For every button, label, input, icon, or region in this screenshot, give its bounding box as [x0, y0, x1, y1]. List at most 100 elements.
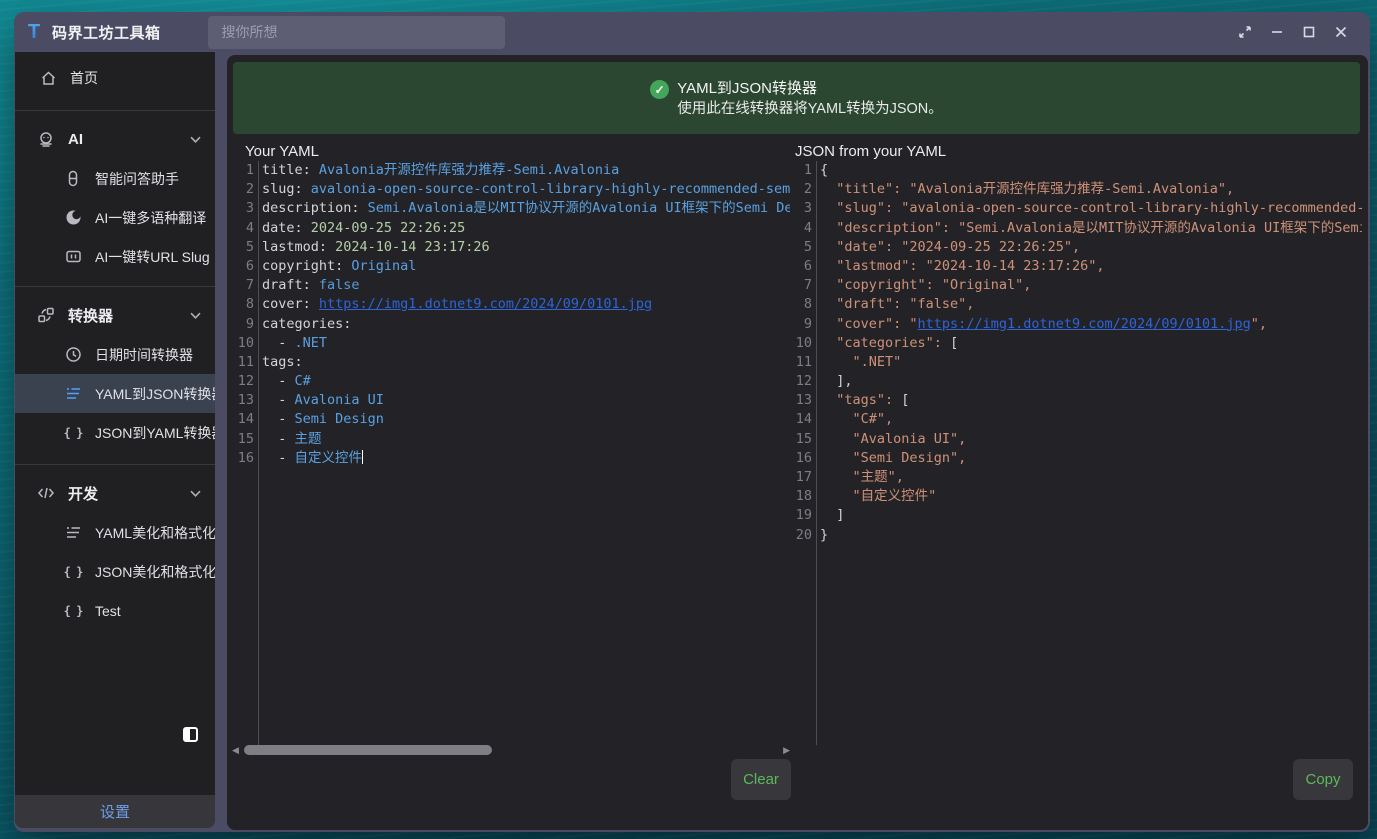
line-number: 15 — [232, 430, 254, 449]
code-line[interactable]: 7 "copyright": "Original", — [790, 276, 1362, 295]
sidebar-item-json-to-yaml[interactable]: { }JSON到YAML转换器 — [15, 413, 215, 452]
code-line[interactable]: 14 - Semi Design — [232, 410, 790, 429]
chevron-down-icon[interactable] — [190, 136, 201, 143]
section-label: 转换器 — [68, 305, 113, 326]
search-input[interactable] — [208, 16, 505, 49]
code-line[interactable]: 1{ — [790, 161, 1362, 180]
pill-icon — [64, 170, 82, 188]
line-number: 9 — [790, 315, 812, 334]
code-line[interactable]: 11 ".NET" — [790, 353, 1362, 372]
code-line[interactable]: 18 "自定义控件" — [790, 487, 1362, 506]
sidebar-item-label: 日期时间转换器 — [95, 345, 193, 365]
code-line[interactable]: 2slug: avalonia-open-source-control-libr… — [232, 180, 790, 199]
code-line[interactable]: 3 "slug": "avalonia-open-source-control-… — [790, 199, 1362, 218]
code-line[interactable]: 1title: Avalonia开源控件库强力推荐-Semi.Avalonia — [232, 161, 790, 180]
sidebar-section-dev[interactable]: 开发 — [15, 473, 215, 513]
sidebar-item-home[interactable]: 首页 — [15, 60, 215, 96]
line-number: 8 — [790, 295, 812, 314]
list-icon — [64, 524, 82, 542]
main-content: ✓ YAML到JSON转换器 使用此在线转换器将YAML转换为JSON。 You… — [227, 55, 1368, 830]
section-label: AI — [68, 131, 83, 148]
sidebar-item-label: YAML美化和格式化 — [95, 523, 215, 543]
code-line[interactable]: 15 "Avalonia UI", — [790, 430, 1362, 449]
code-line[interactable]: 5lastmod: 2024-10-14 23:17:26 — [232, 238, 790, 257]
json-output[interactable]: 1{2 "title": "Avalonia开源控件库强力推荐-Semi.Ava… — [790, 161, 1362, 745]
code-line[interactable]: 7draft: false — [232, 276, 790, 295]
line-number: 16 — [232, 449, 254, 468]
code-icon — [37, 484, 55, 502]
app-title: 码界工坊工具箱 — [52, 22, 161, 43]
chevron-down-icon[interactable] — [190, 490, 201, 497]
code-line[interactable]: 17 "主题", — [790, 468, 1362, 487]
settings-link[interactable]: 设置 — [100, 801, 130, 822]
copy-button[interactable]: Copy — [1293, 759, 1353, 800]
scroll-left-icon[interactable]: ◀ — [232, 745, 242, 756]
code-line[interactable]: 8 "draft": "false", — [790, 295, 1362, 314]
yaml-horizontal-scrollbar[interactable]: ◀ ▶ — [232, 743, 790, 757]
json-gutter-divider — [816, 161, 817, 745]
line-number: 1 — [232, 161, 254, 180]
yaml-editor[interactable]: 1title: Avalonia开源控件库强力推荐-Semi.Avalonia2… — [232, 161, 790, 745]
code-line[interactable]: 13 - Avalonia UI — [232, 391, 790, 410]
line-number: 14 — [790, 410, 812, 429]
expand-window-icon[interactable] — [1230, 18, 1260, 46]
sidebar-footer: 设置 — [15, 795, 215, 828]
code-line[interactable]: 13 "tags": [ — [790, 391, 1362, 410]
code-line[interactable]: 10 - .NET — [232, 334, 790, 353]
code-line[interactable]: 12 - C# — [232, 372, 790, 391]
code-line[interactable]: 5 "date": "2024-09-25 22:26:25", — [790, 238, 1362, 257]
scroll-right-icon[interactable]: ▶ — [780, 745, 790, 756]
code-line[interactable]: 15 - 主题 — [232, 430, 790, 449]
code-line[interactable]: 14 "C#", — [790, 410, 1362, 429]
code-line[interactable]: 4date: 2024-09-25 22:26:25 — [232, 219, 790, 238]
scrollbar-thumb[interactable] — [244, 745, 492, 755]
code-line[interactable]: 4 "description": "Semi.Avalonia是以MIT协议开源… — [790, 219, 1362, 238]
moon-icon — [64, 209, 82, 227]
sidebar-section-ai[interactable]: AI — [15, 119, 215, 159]
titlebar[interactable]: T 码界工坊工具箱 — [14, 12, 1370, 52]
code-line[interactable]: 12 ], — [790, 372, 1362, 391]
sidebar-divider — [15, 464, 215, 465]
code-line[interactable]: 2 "title": "Avalonia开源控件库强力推荐-Semi.Avalo… — [790, 180, 1362, 199]
code-line[interactable]: 6 "lastmod": "2024-10-14 23:17:26", — [790, 257, 1362, 276]
maximize-icon[interactable] — [1294, 18, 1324, 46]
code-line[interactable]: 6copyright: Original — [232, 257, 790, 276]
line-number: 15 — [790, 430, 812, 449]
app-window: T 码界工坊工具箱 首页 AI 智能问答助手AI一键多语种翻译AI一键转URL Sl… — [14, 12, 1370, 832]
collapse-sidebar-icon[interactable] — [183, 727, 198, 742]
sidebar-item-test[interactable]: { }Test — [15, 591, 215, 630]
sidebar-item-yaml-beautify[interactable]: YAML美化和格式化 — [15, 513, 215, 552]
scrollbar-track[interactable] — [242, 745, 780, 755]
sidebar-item-ai-qa[interactable]: 智能问答助手 — [15, 159, 215, 198]
sidebar-item-label: JSON美化和格式化 — [95, 562, 215, 582]
code-line[interactable]: 16 "Semi Design", — [790, 449, 1362, 468]
code-line[interactable]: 3description: Semi.Avalonia是以MIT协议开源的Ava… — [232, 199, 790, 218]
tool-subtitle: 使用此在线转换器将YAML转换为JSON。 — [677, 99, 943, 120]
sidebar-item-yaml-to-json[interactable]: YAML到JSON转换器 — [15, 374, 215, 413]
code-line[interactable]: 9 "cover": "https://img1.dotnet9.com/202… — [790, 315, 1362, 334]
code-line[interactable]: 20} — [790, 526, 1362, 545]
close-icon[interactable] — [1326, 18, 1356, 46]
line-number: 4 — [790, 219, 812, 238]
code-line[interactable]: 8cover: https://img1.dotnet9.com/2024/09… — [232, 295, 790, 314]
sidebar-item-ai-translate[interactable]: AI一键多语种翻译 — [15, 198, 215, 237]
clock-icon — [64, 346, 82, 364]
code-line[interactable]: 11tags: — [232, 353, 790, 372]
line-number: 12 — [232, 372, 254, 391]
line-number: 19 — [790, 506, 812, 525]
code-line[interactable]: 16 - 自定义控件 — [232, 449, 790, 468]
code-line[interactable]: 10 "categories": [ — [790, 334, 1362, 353]
sidebar-item-ai-url-slug[interactable]: AI一键转URL Slug — [15, 237, 215, 276]
clear-button[interactable]: Clear — [731, 759, 791, 800]
sidebar-section-converters[interactable]: 转换器 — [15, 295, 215, 335]
braces-icon: { } — [64, 424, 82, 442]
robot-icon — [37, 130, 55, 148]
code-line[interactable]: 9categories: — [232, 315, 790, 334]
code-line[interactable]: 19 ] — [790, 506, 1362, 525]
sidebar-item-datetime-converter[interactable]: 日期时间转换器 — [15, 335, 215, 374]
sidebar-item-label: YAML到JSON转换器 — [95, 384, 215, 404]
line-number: 12 — [790, 372, 812, 391]
minimize-icon[interactable] — [1262, 18, 1292, 46]
sidebar-item-json-beautify[interactable]: { }JSON美化和格式化 — [15, 552, 215, 591]
chevron-down-icon[interactable] — [190, 312, 201, 319]
